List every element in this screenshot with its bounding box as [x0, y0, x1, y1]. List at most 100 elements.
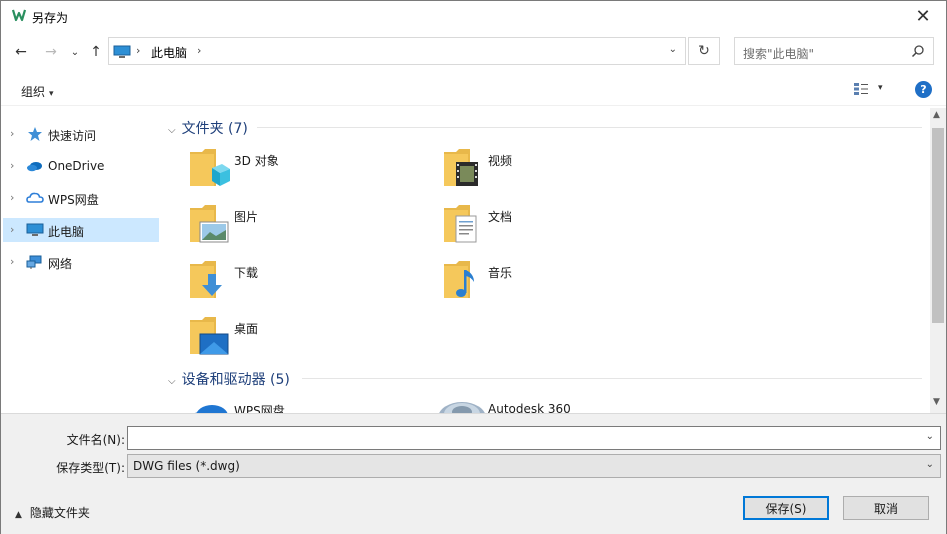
group-title: 设备和驱动器 (5)	[181, 372, 290, 388]
device-item-autodesk-360[interactable]: Autodesk 360	[434, 396, 674, 413]
collapse-chevron-icon: ⌵	[168, 376, 176, 387]
sidebar-item-label: WPS网盘	[48, 193, 99, 207]
folder-label: 下载	[234, 266, 259, 280]
chevron-down-icon[interactable]: ⌄	[926, 459, 934, 470]
autodesk-360-icon	[439, 402, 485, 413]
folder-label: 图片	[234, 210, 259, 224]
cancel-button[interactable]: 取消	[843, 496, 929, 520]
expand-chevron-icon[interactable]: ›	[10, 191, 14, 204]
scrollbar-thumb[interactable]	[932, 128, 944, 323]
organize-label: 组织	[21, 85, 46, 99]
filename-input[interactable]: ⌄	[127, 426, 941, 450]
network-icon	[26, 255, 42, 269]
group-divider	[302, 378, 922, 379]
group-header-folders[interactable]: ⌵ 文件夹 (7)	[168, 118, 248, 138]
folder-item-pictures[interactable]: 图片	[188, 202, 428, 252]
hide-folders-label: 隐藏文件夹	[29, 506, 90, 520]
save-form: 文件名(N): ⌄ 保存类型(T): DWG files (*.dwg) ⌄ ▲…	[1, 413, 946, 534]
back-button[interactable]: ←	[11, 42, 31, 62]
search-input[interactable]: 搜索"此电脑"	[734, 37, 934, 65]
pc-icon	[26, 223, 44, 236]
pc-icon	[113, 45, 131, 58]
address-dropdown-icon[interactable]: ⌄	[669, 44, 677, 55]
file-list-view: ⌵ 文件夹 (7) 3D 对象 视频 图片 文档 下载 音乐 桌面 ⌵ 设备和驱…	[162, 108, 930, 413]
collapse-chevron-icon: ⌵	[168, 125, 176, 136]
music-folder-icon	[444, 261, 474, 298]
vertical-scrollbar[interactable]: ▲ ▼	[930, 108, 946, 413]
cloud-icon	[27, 162, 42, 172]
navigation-pane: › 快速访问 › OneDrive › WPS网盘 › 此电脑 › 网络	[1, 108, 161, 413]
sidebar-item-label: 此电脑	[48, 225, 85, 239]
refresh-button[interactable]: ↻	[688, 37, 720, 65]
folder-item-3d-objects[interactable]: 3D 对象	[188, 146, 428, 196]
folder-label: 视频	[488, 154, 513, 168]
documents-folder-icon	[444, 205, 477, 243]
expand-chevron-icon[interactable]: ›	[10, 223, 14, 236]
folder-label: 3D 对象	[234, 154, 279, 168]
scroll-down-icon[interactable]: ▼	[933, 397, 940, 407]
filetype-value: DWG files (*.dwg)	[133, 459, 240, 473]
filename-label: 文件名(N):	[66, 433, 125, 447]
pictures-folder-icon	[190, 205, 229, 243]
group-title: 文件夹 (7)	[181, 121, 248, 137]
filetype-label: 保存类型(T):	[56, 461, 125, 475]
change-view-icon[interactable]	[853, 82, 869, 96]
window-title: 另存为	[32, 11, 69, 25]
device-label: WPS网盘	[234, 404, 285, 413]
search-placeholder: 搜索"此电脑"	[743, 47, 815, 61]
folder-label: 桌面	[234, 322, 259, 336]
organize-menu-button[interactable]: 组织 ▾	[21, 83, 54, 100]
expand-chevron-icon[interactable]: ›	[10, 255, 14, 268]
star-icon	[28, 127, 42, 141]
chevron-down-icon: ▾	[49, 89, 54, 99]
folder-label: 文档	[488, 210, 513, 224]
sidebar-item-label: 网络	[48, 257, 73, 271]
desktop-folder-icon	[190, 317, 229, 355]
up-button[interactable]: ↑	[86, 42, 106, 62]
group-divider	[257, 127, 922, 128]
search-icon	[911, 45, 924, 58]
wps-cloud-drive-icon	[195, 405, 228, 413]
help-button[interactable]: ?	[915, 81, 932, 98]
expand-chevron-icon[interactable]: ›	[10, 127, 14, 140]
command-bar: 组织 ▾ ▾ ?	[1, 74, 946, 106]
3d-objects-folder-icon	[190, 149, 230, 186]
folder-label: 音乐	[488, 266, 513, 280]
sidebar-item-onedrive[interactable]: › OneDrive	[3, 154, 159, 178]
breadcrumb-separator: ›	[136, 44, 141, 57]
forward-button[interactable]: →	[41, 42, 61, 62]
filetype-select[interactable]: DWG files (*.dwg) ⌄	[127, 454, 941, 478]
group-header-devices[interactable]: ⌵ 设备和驱动器 (5)	[168, 369, 290, 389]
chevron-up-icon: ▲	[15, 510, 22, 520]
downloads-folder-icon	[190, 261, 222, 298]
wps-app-icon	[12, 9, 26, 22]
sidebar-item-quick-access[interactable]: › 快速访问	[3, 122, 159, 146]
sidebar-item-this-pc[interactable]: › 此电脑	[3, 218, 159, 242]
videos-folder-icon	[444, 149, 478, 186]
title-bar: 另存为 ✕	[1, 1, 946, 31]
recent-locations-button[interactable]: ⌄	[65, 42, 85, 62]
wps-cloud-icon	[26, 192, 44, 203]
folder-item-documents[interactable]: 文档	[442, 202, 682, 252]
scroll-up-icon[interactable]: ▲	[933, 110, 940, 120]
sidebar-item-wps-cloud[interactable]: › WPS网盘	[3, 186, 159, 210]
save-button[interactable]: 保存(S)	[743, 496, 829, 520]
folder-item-downloads[interactable]: 下载	[188, 258, 428, 308]
breadcrumb-item[interactable]: 此电脑	[151, 44, 187, 61]
view-options-chevron-icon[interactable]: ▾	[878, 83, 883, 93]
sidebar-item-label: OneDrive	[48, 159, 105, 173]
address-bar[interactable]: › 此电脑 › ⌄	[108, 37, 686, 65]
sidebar-item-label: 快速访问	[48, 129, 97, 143]
close-button[interactable]: ✕	[900, 1, 946, 31]
sidebar-item-network[interactable]: › 网络	[3, 250, 159, 274]
folder-item-videos[interactable]: 视频	[442, 146, 682, 196]
device-item-wps-cloud[interactable]: WPS网盘	[188, 396, 428, 413]
filename-history-dropdown-icon[interactable]: ⌄	[926, 431, 934, 442]
hide-folders-toggle[interactable]: ▲ 隐藏文件夹	[15, 504, 90, 521]
folder-item-music[interactable]: 音乐	[442, 258, 682, 308]
folder-item-desktop[interactable]: 桌面	[188, 314, 428, 364]
expand-chevron-icon[interactable]: ›	[10, 159, 14, 172]
breadcrumb-separator[interactable]: ›	[197, 44, 201, 57]
device-label: Autodesk 360	[488, 402, 571, 413]
save-as-dialog: 另存为 ✕ ← → ⌄ ↑ › 此电脑 › ⌄ ↻ 搜索"此电脑" 组织 ▾ ▾…	[0, 0, 947, 534]
